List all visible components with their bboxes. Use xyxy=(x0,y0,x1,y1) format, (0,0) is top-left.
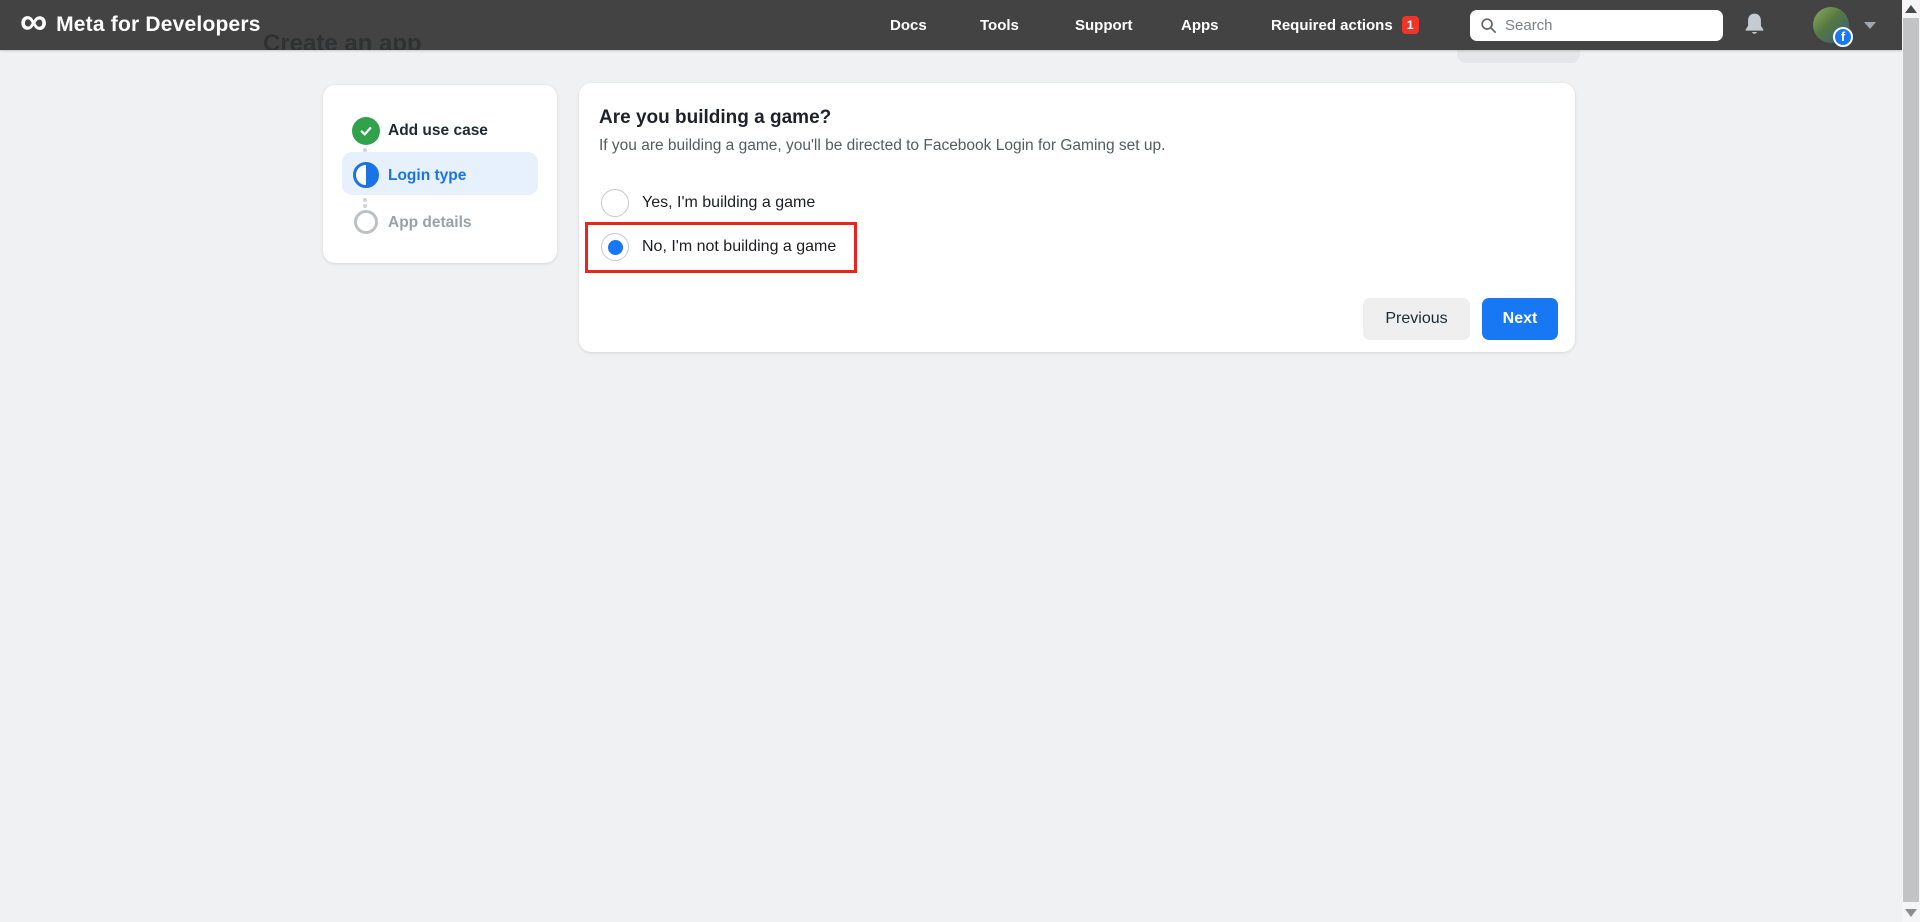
step-login-type[interactable]: Login type xyxy=(388,167,466,185)
search-box xyxy=(1470,10,1723,41)
create-app-stepper: Add use case Login type App details xyxy=(323,85,557,263)
account-menu-chevron-down-icon[interactable] xyxy=(1864,22,1876,29)
radio-yes-label: Yes, I'm building a game xyxy=(642,194,816,211)
vertical-scrollbar[interactable] xyxy=(1902,0,1920,922)
required-actions-label: Required actions xyxy=(1271,16,1393,34)
nav-item-tools[interactable]: Tools xyxy=(980,0,1019,50)
step-add-use-case[interactable]: Add use case xyxy=(388,122,488,140)
search-input[interactable] xyxy=(1505,10,1723,41)
previous-button[interactable]: Previous xyxy=(1363,298,1470,340)
step-current-half-circle-icon xyxy=(353,162,379,188)
step-complete-check-icon xyxy=(352,117,380,145)
radio-no-label: No, I'm not building a game xyxy=(642,238,837,255)
scrollbar-thumb[interactable] xyxy=(1903,18,1919,902)
step-connector-dot xyxy=(363,204,367,208)
notifications-bell-icon[interactable] xyxy=(1741,11,1768,43)
question-subtitle: If you are building a game, you'll be di… xyxy=(599,137,1166,154)
search-icon xyxy=(1480,17,1497,34)
brand-text: Meta for Developers xyxy=(56,13,261,36)
scrollbar-down-arrow-icon[interactable] xyxy=(1905,909,1917,917)
login-type-question-card: Are you building a game? If you are buil… xyxy=(579,83,1575,352)
top-navbar: Create an app ∞ Meta for Developers Docs… xyxy=(0,0,1902,50)
meta-for-developers-logo[interactable]: ∞ Meta for Developers xyxy=(20,0,261,50)
step-upcoming-circle-icon xyxy=(354,210,378,234)
radio-option-no-not-building-game[interactable]: No, I'm not building a game xyxy=(601,233,836,261)
meta-infinity-icon: ∞ xyxy=(20,1,48,43)
required-actions-count-badge: 1 xyxy=(1401,16,1419,34)
nav-item-support[interactable]: Support xyxy=(1075,0,1133,50)
nav-item-apps[interactable]: Apps xyxy=(1181,0,1219,50)
next-button[interactable]: Next xyxy=(1482,298,1558,340)
facebook-logo-badge: f xyxy=(1833,27,1853,47)
question-title: Are you building a game? xyxy=(599,107,832,128)
nav-item-docs[interactable]: Docs xyxy=(890,0,927,50)
radio-selected-icon[interactable] xyxy=(601,233,629,261)
page-title-create-an-app: Create an app xyxy=(263,30,422,50)
step-app-details[interactable]: App details xyxy=(388,214,472,232)
user-avatar[interactable]: f xyxy=(1813,7,1853,47)
radio-selected-dot xyxy=(607,239,623,255)
step-connector-dot xyxy=(363,198,367,202)
radio-option-yes-building-game[interactable]: Yes, I'm building a game xyxy=(601,189,815,217)
radio-unselected-icon[interactable] xyxy=(601,189,629,217)
scrollbar-up-arrow-icon[interactable] xyxy=(1905,5,1917,13)
nav-item-required-actions[interactable]: Required actions 1 xyxy=(1271,0,1419,50)
